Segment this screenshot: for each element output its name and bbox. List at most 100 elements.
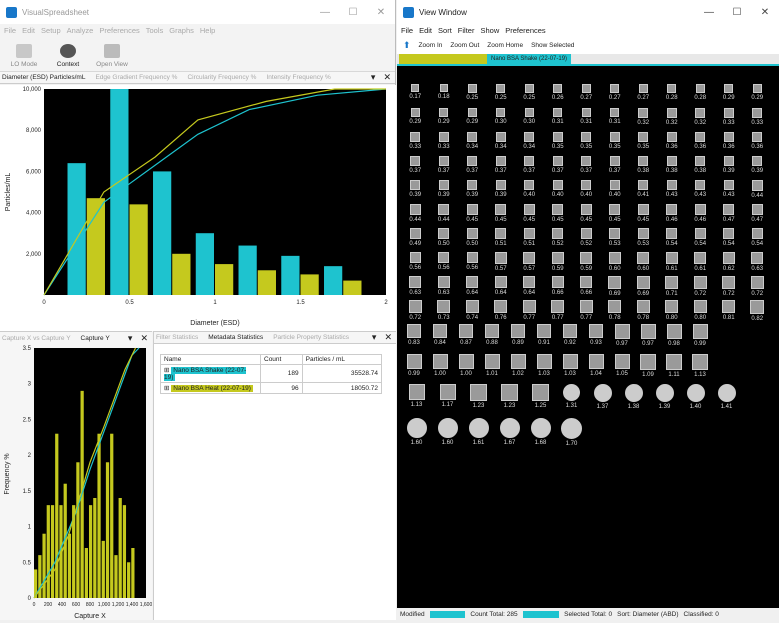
particle-thumbnail[interactable]: 0.49 [401,228,430,247]
particle-thumbnail[interactable]: 0.37 [401,156,430,174]
particle-thumbnail[interactable]: 0.39 [430,180,459,198]
particle-thumbnail[interactable]: 0.44 [743,180,772,199]
maximize-icon[interactable]: ☐ [723,7,751,18]
particle-thumbnail[interactable]: 0.29 [743,84,772,101]
particle-thumbnail[interactable]: 0.29 [401,108,430,125]
tab-particle-property-statistics[interactable]: Particle Property Statistics [273,334,349,341]
particle-thumbnail[interactable]: 0.88 [479,324,505,346]
particle-thumbnail[interactable]: 1.70 [556,418,587,447]
particle-thumbnail[interactable]: 0.74 [458,300,487,321]
particle-thumbnail[interactable]: 0.18 [430,84,459,100]
capture-close-icon[interactable]: ✕ [140,333,148,344]
particle-thumbnail[interactable]: 0.29 [715,84,744,101]
tab-edge-gradient[interactable]: Edge Gradient Frequency % [95,74,177,81]
particle-thumbnail[interactable]: 0.32 [629,108,658,126]
particle-thumbnail[interactable]: 0.33 [743,108,772,126]
stats-close-icon[interactable]: ✕ [384,332,392,343]
particle-thumbnail[interactable]: 0.32 [658,108,687,126]
particle-thumbnail[interactable]: 0.31 [544,108,573,125]
menu-edit[interactable]: Edit [419,26,432,35]
particle-thumbnail[interactable]: 0.52 [544,228,573,247]
particle-thumbnail[interactable]: 1.00 [453,354,479,377]
particle-thumbnail[interactable]: 0.37 [458,156,487,174]
particle-thumbnail[interactable]: 0.87 [453,324,479,346]
particle-thumbnail[interactable]: 0.78 [601,300,630,321]
particle-thumbnail[interactable]: 1.23 [494,384,525,409]
particle-thumbnail[interactable]: 1.05 [609,354,635,377]
table-row[interactable]: ⊞ Nano BSA Heat (22-07-19) 96 18050.72 [160,382,383,394]
particle-thumbnail[interactable]: 1.13 [401,384,432,408]
particle-thumbnail[interactable]: 1.01 [479,354,505,377]
particle-thumbnail[interactable]: 0.34 [487,132,516,150]
particle-thumbnail[interactable]: 0.57 [515,252,544,272]
particle-thumbnail[interactable]: 0.37 [515,156,544,174]
particle-thumbnail[interactable]: 0.51 [515,228,544,247]
particle-thumbnail[interactable]: 1.40 [680,384,711,410]
context-button[interactable]: Context [48,44,88,68]
particle-thumbnail[interactable]: 0.25 [487,84,516,101]
particle-thumbnail[interactable]: 0.37 [544,156,573,174]
particle-thumbnail[interactable]: 0.63 [430,276,459,296]
tab-heat[interactable] [399,54,487,64]
particle-thumbnail[interactable]: 0.40 [572,180,601,198]
particle-thumbnail[interactable]: 0.84 [427,324,453,346]
particle-thumbnail[interactable]: 0.72 [715,276,744,297]
menu-show[interactable]: Show [480,26,499,35]
menu-analyze[interactable]: Analyze [67,26,94,35]
particle-thumbnail[interactable]: 0.61 [658,252,687,272]
particle-thumbnail[interactable]: 0.35 [629,132,658,150]
particle-thumbnail[interactable]: 0.64 [487,276,516,296]
particle-thumbnail[interactable]: 0.28 [658,84,687,101]
particle-thumbnail[interactable]: 1.39 [649,384,680,410]
lo-mode-button[interactable]: LO Mode [4,44,44,68]
particle-thumbnail[interactable]: 1.61 [463,418,494,446]
particle-thumbnail[interactable]: 1.41 [711,384,742,410]
particle-thumbnail[interactable]: 0.35 [544,132,573,150]
particle-thumbnail[interactable]: 0.33 [430,132,459,150]
particle-thumbnail[interactable]: 0.33 [401,132,430,150]
particle-thumbnail[interactable]: 0.53 [629,228,658,247]
particle-thumbnail[interactable]: 0.73 [430,300,459,321]
particle-thumbnail[interactable]: 0.72 [686,276,715,297]
particle-thumbnail[interactable]: 0.77 [544,300,573,321]
particle-thumbnail[interactable]: 1.23 [463,384,494,409]
particle-thumbnail[interactable]: 1.60 [432,418,463,446]
particle-thumbnail[interactable]: 0.43 [658,180,687,198]
tab-close-icon[interactable]: ✕ [383,72,391,83]
particle-thumbnail[interactable]: 0.30 [515,108,544,125]
particle-thumbnail[interactable]: 0.39 [743,156,772,174]
particle-thumbnail[interactable]: 0.63 [743,252,772,272]
tab-diameter[interactable]: Diameter (ESD) Particles/mL [2,74,85,81]
particle-thumbnail[interactable]: 0.59 [544,252,573,272]
particle-thumbnail[interactable]: 0.81 [715,300,744,321]
particle-thumbnail[interactable]: 0.60 [601,252,630,272]
particle-thumbnail[interactable]: 0.98 [661,324,687,347]
particle-thumbnail[interactable]: 0.40 [601,180,630,198]
particle-thumbnail[interactable]: 0.52 [572,228,601,247]
particle-thumbnail[interactable]: 0.32 [686,108,715,126]
particle-thumbnail[interactable]: 0.27 [601,84,630,101]
particle-thumbnail[interactable]: 0.40 [544,180,573,198]
particle-thumbnail[interactable]: 0.41 [629,180,658,198]
particle-thumbnail[interactable]: 0.34 [515,132,544,150]
particle-thumbnail[interactable]: 0.66 [544,276,573,296]
particle-thumbnail[interactable]: 0.82 [743,300,772,322]
particle-thumbnail[interactable]: 0.72 [743,276,772,297]
particle-thumbnail[interactable]: 0.44 [401,204,430,223]
zoom-in-button[interactable]: Zoom In [419,42,443,49]
particle-thumbnail[interactable]: 0.36 [658,132,687,150]
particle-thumbnail[interactable]: 0.97 [635,324,661,347]
particle-thumbnail[interactable]: 0.62 [715,252,744,272]
menu-preferences[interactable]: Preferences [505,26,545,35]
particle-thumbnail[interactable]: 0.44 [430,204,459,223]
particle-thumbnail[interactable]: 0.77 [572,300,601,321]
particle-thumbnail[interactable]: 1.37 [587,384,618,410]
particle-thumbnail[interactable]: 0.39 [487,180,516,198]
particle-thumbnail[interactable]: 0.17 [401,84,430,100]
particle-thumbnail[interactable]: 1.11 [661,354,687,378]
particle-thumbnail[interactable]: 0.25 [458,84,487,101]
particle-thumbnail[interactable]: 0.99 [687,324,713,347]
particle-thumbnail[interactable]: 0.31 [572,108,601,125]
particle-thumbnail[interactable]: 1.68 [525,418,556,446]
maximize-icon[interactable]: ☐ [339,7,367,18]
